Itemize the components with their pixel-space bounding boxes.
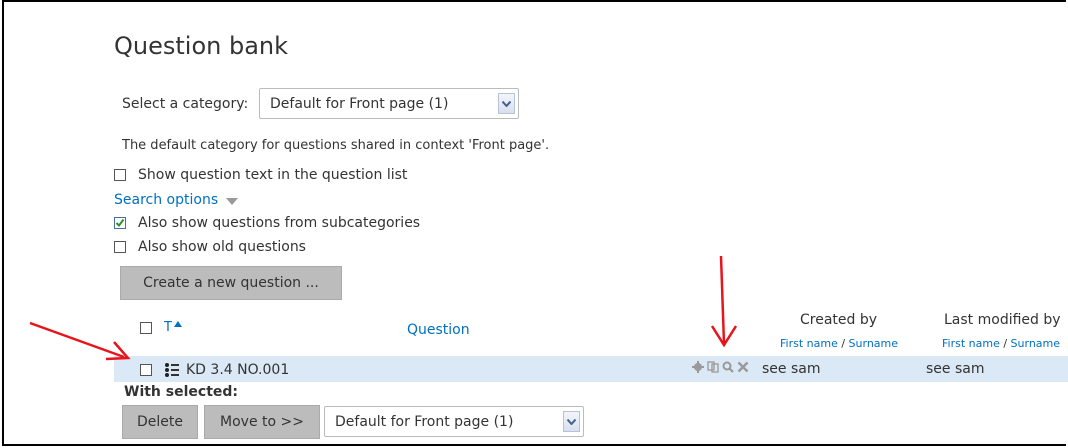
create-question-button[interactable]: Create a new question ... xyxy=(120,266,342,300)
created-by-sort: First name / Surname xyxy=(780,337,899,350)
category-label: Select a category: xyxy=(122,96,249,112)
row-actions xyxy=(692,361,749,373)
modified-by-sort-first[interactable]: First name xyxy=(942,337,1000,350)
duplicate-icon[interactable] xyxy=(707,361,719,373)
move-target-select[interactable]: Default for Front page (1) xyxy=(324,406,584,437)
chevron-down-icon[interactable] xyxy=(498,93,515,114)
chevron-down-icon[interactable] xyxy=(563,411,580,432)
modified-by-sort-last[interactable]: Surname xyxy=(1011,337,1060,350)
show-question-text-label: Show question text in the question list xyxy=(138,167,408,183)
subcategories-option: Also show questions from subcategories xyxy=(114,215,420,231)
page-title: Question bank xyxy=(114,32,289,60)
old-questions-label: Also show old questions xyxy=(138,239,306,255)
delete-button[interactable]: Delete xyxy=(122,405,198,439)
category-select[interactable]: Default for Front page (1) xyxy=(259,88,519,119)
annotation-arrow-down xyxy=(710,255,738,348)
created-by-value: see sam xyxy=(762,361,821,377)
modified-by-sort: First name / Surname xyxy=(942,337,1061,350)
modified-by-header: Last modified by xyxy=(944,312,1061,328)
with-selected-label: With selected: xyxy=(124,384,239,400)
multichoice-question-icon xyxy=(165,363,179,377)
delete-x-icon[interactable] xyxy=(737,361,749,373)
category-select-value: Default for Front page (1) xyxy=(270,95,449,112)
old-questions-option: Also show old questions xyxy=(114,239,306,255)
show-question-text-checkbox[interactable] xyxy=(114,169,126,181)
select-all-option: T xyxy=(140,320,182,335)
category-description: The default category for questions share… xyxy=(122,138,550,153)
caret-down-icon xyxy=(226,197,239,205)
row-checkbox[interactable] xyxy=(140,364,152,376)
checkmark-icon xyxy=(115,218,125,228)
page-frame: Question bank Select a category: Default… xyxy=(2,0,1068,446)
sort-type-link[interactable]: T xyxy=(164,320,172,335)
modified-by-value: see sam xyxy=(926,361,985,377)
search-options-toggle[interactable]: Search options xyxy=(114,192,239,208)
preview-magnifier-icon[interactable] xyxy=(722,361,734,373)
created-by-sort-first[interactable]: First name xyxy=(780,337,838,350)
question-name: KD 3.4 NO.001 xyxy=(186,362,290,378)
created-by-sort-last[interactable]: Surname xyxy=(849,337,898,350)
annotation-arrow-left xyxy=(29,321,131,361)
sort-asc-icon xyxy=(173,320,182,327)
subcategories-label: Also show questions from subcategories xyxy=(138,215,421,231)
sort-question-link[interactable]: Question xyxy=(407,322,470,338)
question-row-select: KD 3.4 NO.001 xyxy=(140,362,289,378)
created-by-header: Created by xyxy=(800,312,878,328)
move-to-button[interactable]: Move to >> xyxy=(204,405,320,439)
subcategories-checkbox[interactable] xyxy=(114,217,126,229)
move-target-value: Default for Front page (1) xyxy=(335,413,514,430)
show-question-text-option: Show question text in the question list xyxy=(114,167,407,183)
gear-icon[interactable] xyxy=(692,361,704,373)
select-all-checkbox[interactable] xyxy=(140,321,152,334)
old-questions-checkbox[interactable] xyxy=(114,241,126,253)
search-options-link[interactable]: Search options xyxy=(114,192,218,208)
